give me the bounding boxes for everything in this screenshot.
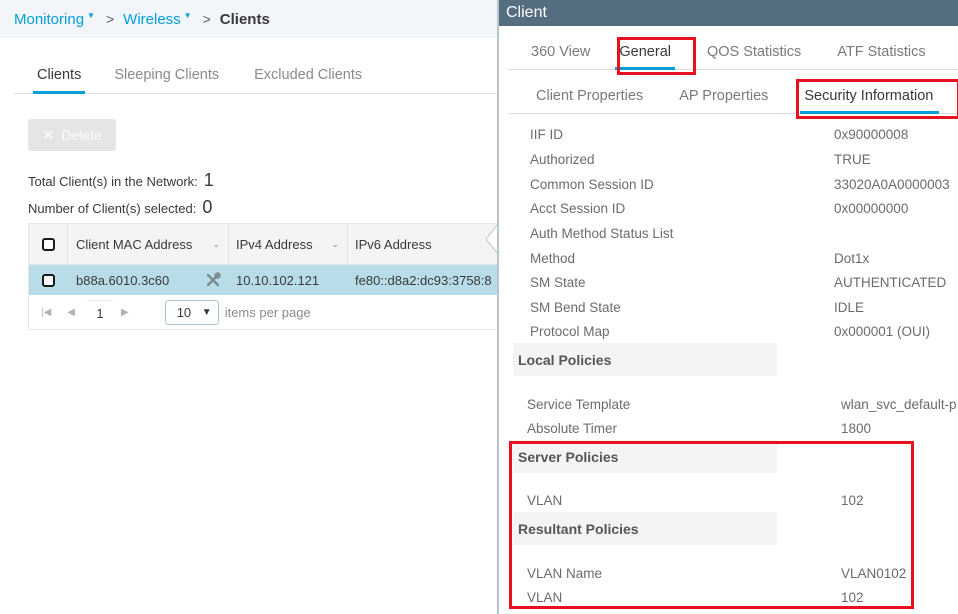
cell-mac-value: b88a.6010.3c60 — [76, 272, 170, 288]
clients-page: Monitoring ▼ > Wireless ▼ > Clients Clie… — [0, 0, 498, 614]
breadcrumb-monitoring[interactable]: Monitoring ▼ — [14, 11, 95, 28]
cell-mac: b88a.6010.3c60 — [68, 265, 229, 295]
tab-clients[interactable]: Clients — [32, 60, 86, 94]
property-value: 102 — [841, 590, 864, 605]
breadcrumb-separator: > — [105, 11, 115, 27]
property-value: 102 — [841, 493, 864, 508]
breadcrumb-wireless-label: Wireless — [123, 10, 181, 28]
subtab-client-properties[interactable]: Client Properties — [536, 78, 643, 113]
table-row[interactable]: b88a.6010.3c60 10.10.102.121 fe80::d8a2:… — [29, 224, 498, 295]
property-value: 0x000001 (OUI) — [834, 324, 931, 339]
client-detail-panel: Client 360 View General QOS Statistics A… — [499, 0, 958, 614]
section-local-policies: Local Policies — [513, 343, 777, 376]
pager: |◀ ◀ 1 ▶ 10 ▼ items per page — [29, 295, 498, 330]
property-value: 0x00000000 — [834, 201, 909, 216]
panel-tabs: 360 View General QOS Statistics ATF Stat… — [508, 34, 958, 70]
tab-general[interactable]: General — [615, 34, 675, 70]
property-key: Method — [530, 251, 576, 266]
column-header-ipv6-label: IPv6 Address — [355, 236, 432, 252]
property-key: IIF ID — [530, 127, 563, 142]
property-key: SM State — [530, 275, 586, 290]
property-value: 1800 — [841, 421, 872, 436]
breadcrumb-separator: > — [202, 11, 211, 27]
grid-header: Client MAC Address ⌄ IPv4 Address ⌄ IPv6… — [29, 224, 498, 265]
property-key: Authorized — [530, 152, 595, 167]
page-size-select[interactable]: 10 ▼ — [164, 300, 219, 325]
tools-icon[interactable] — [205, 272, 221, 288]
close-icon: ✕ — [41, 127, 55, 144]
total-clients-label: Total Client(s) in the Network: — [28, 174, 198, 189]
delete-button[interactable]: ✕ Delete — [28, 119, 116, 151]
tab-atf-statistics[interactable]: ATF Statistics — [837, 34, 925, 69]
selected-clients-stat: Number of Client(s) selected: 0 — [28, 197, 212, 218]
property-value: wlan_svc_default-p — [841, 397, 957, 412]
breadcrumb-current: Clients — [219, 10, 270, 28]
cell-ipv4: 10.10.102.121 — [236, 272, 320, 288]
property-key: VLAN — [527, 493, 563, 508]
tab-qos-statistics[interactable]: QOS Statistics — [707, 34, 801, 69]
page-size-value: 10 — [176, 305, 192, 320]
header-select-cell — [29, 224, 68, 264]
section-server-policies: Server Policies — [513, 440, 777, 473]
cell-ipv6: fe80::d8a2:dc93:3758:8 — [355, 272, 492, 288]
property-value: AUTHENTICATED — [834, 275, 947, 290]
property-key: Auth Method Status List — [530, 226, 674, 241]
property-value: Dot1x — [834, 251, 870, 266]
sort-chevron-icon[interactable]: ⌄ — [212, 239, 220, 250]
next-page-icon[interactable]: ▶ — [121, 307, 129, 318]
selected-clients-value: 0 — [202, 197, 213, 217]
tab-sleeping-clients[interactable]: Sleeping Clients — [114, 60, 219, 93]
breadcrumb: Monitoring ▼ > Wireless ▼ > Clients — [0, 0, 498, 38]
column-header-mac-label: Client MAC Address — [76, 236, 193, 252]
row-select-cell — [29, 265, 68, 295]
column-header-mac[interactable]: Client MAC Address ⌄ — [68, 224, 229, 264]
property-key: VLAN — [527, 590, 563, 605]
column-header-ipv4-label: IPv4 Address — [236, 236, 313, 252]
selected-clients-label: Number of Client(s) selected: — [28, 201, 197, 216]
caret-down-icon: ▼ — [87, 10, 95, 20]
page-size-label: items per page — [224, 305, 311, 320]
property-value: VLAN0102 — [841, 566, 907, 581]
caret-down-icon: ▼ — [201, 307, 212, 318]
tab-360-view[interactable]: 360 View — [531, 34, 590, 69]
property-key: Acct Session ID — [530, 201, 626, 216]
property-key: Common Session ID — [530, 177, 654, 192]
prev-page-icon[interactable]: ◀ — [67, 307, 75, 318]
sort-chevron-icon[interactable]: ⌄ — [331, 239, 339, 250]
property-value: TRUE — [834, 152, 871, 167]
property-key: Protocol Map — [530, 324, 610, 339]
first-page-icon[interactable]: |◀ — [41, 307, 51, 318]
clients-tabs: Clients Sleeping Clients Excluded Client… — [14, 60, 498, 94]
panel-title: Client — [499, 0, 958, 26]
section-resultant-policies: Resultant Policies — [513, 512, 777, 545]
breadcrumb-monitoring-label: Monitoring — [14, 10, 85, 28]
clients-grid: Client MAC Address ⌄ IPv4 Address ⌄ IPv6… — [28, 223, 498, 330]
property-value: 33020A0A0000003 — [834, 177, 950, 192]
delete-button-label: Delete — [61, 127, 103, 143]
caret-down-icon: ▼ — [183, 10, 192, 20]
total-clients-value: 1 — [203, 170, 214, 190]
panel-subtabs: Client Properties AP Properties Security… — [508, 78, 958, 114]
property-key: Service Template — [527, 397, 631, 412]
column-header-ipv6[interactable]: IPv6 Address — [348, 224, 498, 264]
current-page[interactable]: 1 — [87, 299, 113, 326]
property-key: SM Bend State — [530, 300, 621, 315]
property-value: IDLE — [834, 300, 865, 315]
subtab-security-information[interactable]: Security Information — [800, 78, 940, 114]
row-checkbox[interactable] — [42, 273, 55, 287]
select-all-checkbox[interactable] — [41, 237, 55, 251]
breadcrumb-wireless[interactable]: Wireless ▼ — [123, 11, 191, 28]
property-key: Absolute Timer — [527, 421, 618, 436]
column-header-ipv4[interactable]: IPv4 Address ⌄ — [229, 224, 348, 264]
property-value: 0x90000008 — [834, 127, 909, 142]
total-clients-stat: Total Client(s) in the Network: 1 — [28, 170, 214, 191]
subtab-ap-properties[interactable]: AP Properties — [679, 78, 768, 113]
tab-excluded-clients[interactable]: Excluded Clients — [254, 60, 362, 93]
property-key: VLAN Name — [527, 566, 603, 581]
